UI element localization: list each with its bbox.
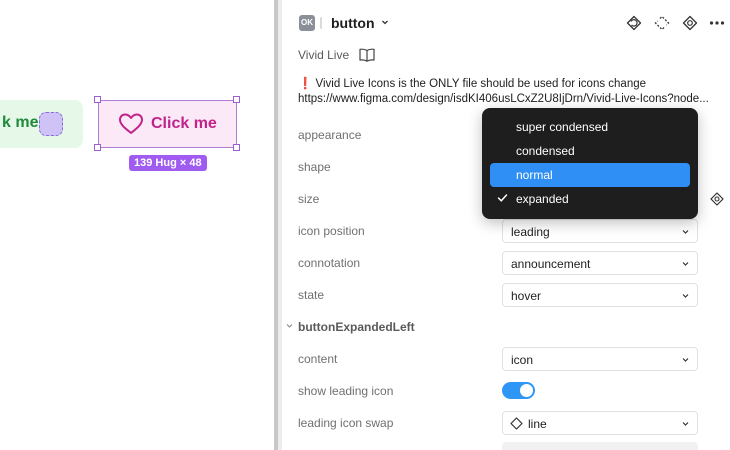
connotation-value: announcement	[511, 257, 591, 271]
prop-label-leading-icon-swap: leading icon swap	[298, 416, 394, 430]
content-select[interactable]: icon	[502, 347, 698, 371]
diamond-icon	[510, 417, 523, 430]
chevron-down-icon	[682, 358, 689, 362]
chevron-down-icon	[682, 230, 689, 234]
more-icon[interactable]	[708, 14, 726, 32]
content-value: icon	[511, 353, 534, 367]
resize-handle-bottom-right[interactable]	[233, 144, 240, 151]
next-select-partial[interactable]	[502, 442, 698, 450]
toggle-knob	[520, 384, 533, 397]
reset-property-icon[interactable]	[710, 192, 724, 206]
prop-label-size: size	[298, 192, 320, 206]
resize-handle-top-right[interactable]	[233, 96, 240, 103]
dropdown-option-normal[interactable]: normal	[490, 163, 690, 187]
chevron-down-icon	[682, 262, 689, 266]
prop-label-appearance: appearance	[298, 128, 362, 142]
selected-button-label: Click me	[151, 115, 217, 132]
component-name[interactable]: button	[331, 15, 375, 31]
properties-panel: OK button Vivid Live ❗ Vivid Live Icons …	[282, 0, 730, 450]
button-variant-left[interactable]: k me	[0, 100, 83, 148]
leading-icon-swap-value: line	[528, 417, 547, 431]
size-dropdown-menu: super condensed condensed normal expande…	[482, 108, 698, 219]
section-collapse-chevron-icon[interactable]	[286, 323, 293, 329]
library-notice-url[interactable]: https://www.figma.com/design/isdKI406usL…	[298, 93, 726, 105]
option-label: condensed	[516, 144, 575, 158]
library-notice: ❗ Vivid Live Icons is the ONLY file shou…	[298, 78, 647, 90]
option-label: super condensed	[516, 120, 609, 134]
reset-instance-icon[interactable]	[625, 14, 643, 32]
component-divider	[320, 17, 322, 29]
heart-icon	[119, 113, 143, 134]
option-label: normal	[516, 168, 553, 182]
prop-label-icon-position: icon position	[298, 224, 365, 238]
go-to-main-component-icon[interactable]	[681, 14, 699, 32]
state-select[interactable]: hover	[502, 283, 698, 307]
checkmark-icon	[497, 194, 508, 202]
connotation-select[interactable]: announcement	[502, 251, 698, 275]
chevron-down-icon[interactable]	[381, 18, 389, 26]
library-name: Vivid Live	[298, 48, 350, 62]
component-instance-icon: OK	[299, 15, 315, 31]
size-badge: 139 Hug × 48	[129, 155, 207, 171]
dropdown-option-super-condensed[interactable]: super condensed	[490, 115, 690, 139]
detach-icon[interactable]	[653, 14, 671, 32]
leading-icon-swap-select[interactable]: line	[502, 411, 698, 435]
prop-label-state: state	[298, 288, 325, 302]
resize-handle-bottom-left[interactable]	[94, 144, 101, 151]
icon-position-value: leading	[511, 225, 550, 239]
icon-placeholder-icon	[39, 112, 63, 136]
state-value: hover	[511, 289, 542, 303]
variant-left-label: k me	[2, 114, 39, 131]
section-title[interactable]: buttonExpandedLeft	[298, 320, 415, 334]
chevron-down-icon	[682, 422, 689, 426]
prop-label-content: content	[298, 352, 338, 366]
selected-button[interactable]: Click me	[98, 100, 237, 148]
dropdown-option-expanded[interactable]: expanded	[490, 187, 690, 211]
prop-label-show-leading-icon: show leading icon	[298, 384, 394, 398]
design-canvas[interactable]: k me Click me 139 Hug × 48	[0, 0, 274, 450]
option-label: expanded	[516, 192, 569, 206]
resize-handle-top-left[interactable]	[94, 96, 101, 103]
prop-label-shape: shape	[298, 160, 331, 174]
show-leading-icon-toggle[interactable]	[502, 382, 535, 399]
prop-label-connotation: connotation	[298, 256, 361, 270]
book-icon[interactable]	[358, 47, 376, 63]
dropdown-option-condensed[interactable]: condensed	[490, 139, 690, 163]
chevron-down-icon	[682, 294, 689, 298]
icon-position-select[interactable]: leading	[502, 219, 698, 243]
